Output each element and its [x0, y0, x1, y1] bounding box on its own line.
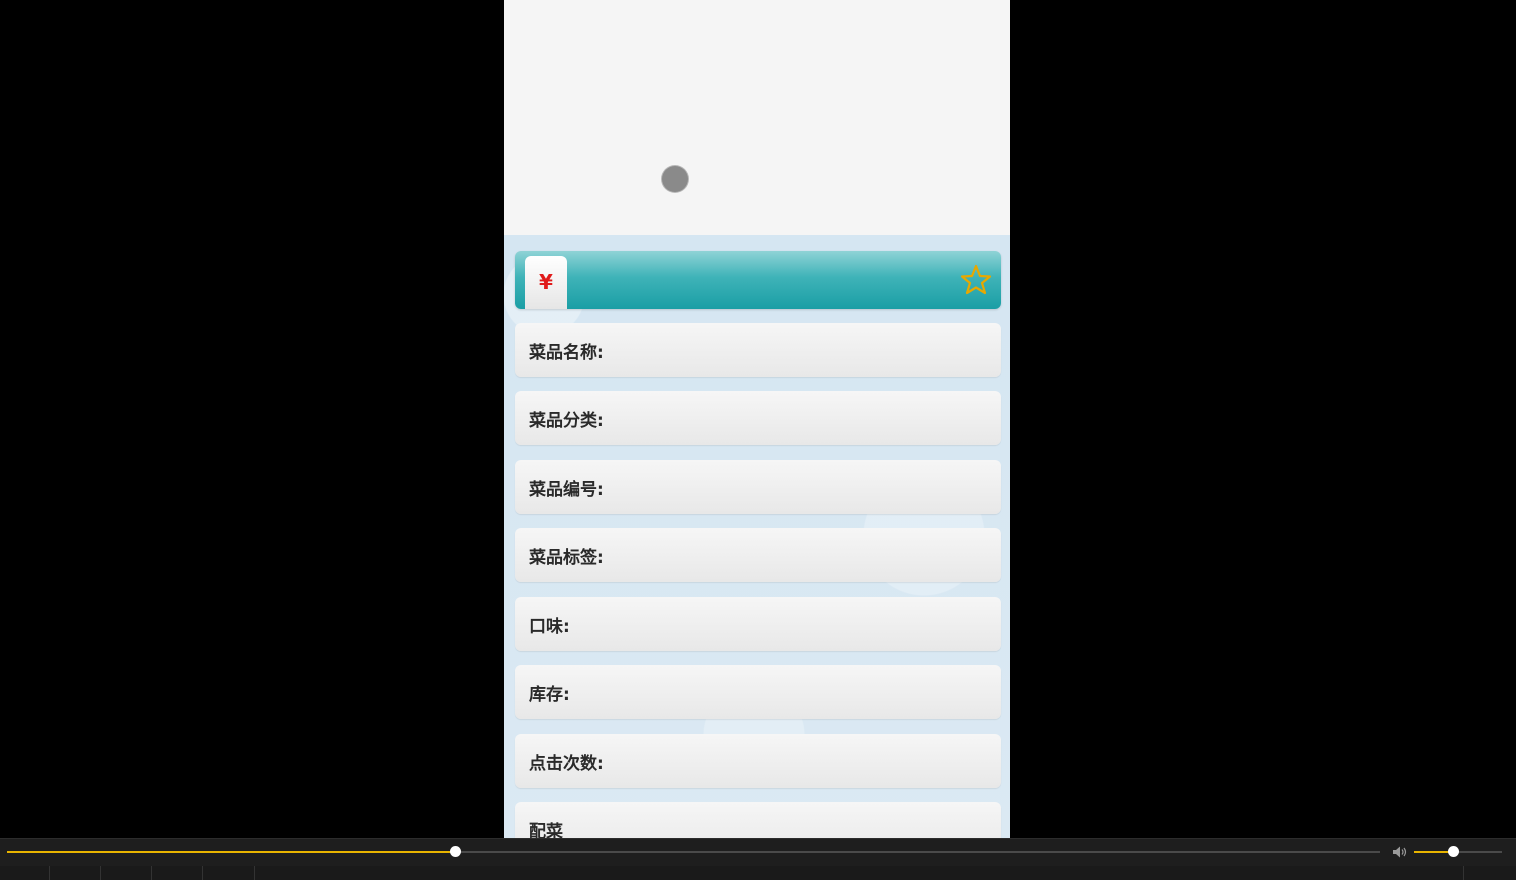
bottom-taskbar: [0, 866, 1516, 880]
field-dish-category: 菜品分类:: [515, 391, 1001, 445]
field-label: 菜品编号:: [529, 480, 604, 500]
yen-icon: ¥: [539, 269, 553, 294]
volume-thumb[interactable]: [1447, 846, 1459, 857]
taskbar-segment: [1464, 866, 1516, 880]
volume-slider[interactable]: [1414, 846, 1502, 857]
field-taste: 口味:: [515, 597, 1001, 651]
seek-bar[interactable]: [7, 846, 1380, 857]
seek-progress: [7, 851, 455, 853]
field-dish-tags: 菜品标签:: [515, 528, 1001, 582]
speaker-icon[interactable]: [1392, 845, 1408, 859]
taskbar-segment: [152, 866, 203, 880]
field-label: 配菜: [529, 822, 563, 838]
field-stock: 库存:: [515, 665, 1001, 719]
taskbar-segment: [255, 866, 1464, 880]
video-stage: ¥ 菜品名称: 菜品分类: 菜品编号: 菜品标签: 口味: 库存: 点击次数: …: [0, 0, 1516, 838]
taskbar-segment: [0, 866, 50, 880]
player-control-bar: [0, 838, 1516, 867]
price-bar: ¥: [515, 251, 1001, 309]
loading-indicator: [662, 166, 688, 192]
field-dish-name: 菜品名称:: [515, 323, 1001, 377]
field-label: 菜品分类:: [529, 411, 604, 431]
star-outline-icon[interactable]: [959, 263, 993, 297]
taskbar-segment: [50, 866, 101, 880]
volume-level: [1414, 851, 1453, 853]
field-side-dish: 配菜: [515, 802, 1001, 838]
taskbar-segment: [203, 866, 255, 880]
mobile-app-screen: ¥ 菜品名称: 菜品分类: 菜品编号: 菜品标签: 口味: 库存: 点击次数: …: [504, 0, 1010, 838]
price-tab: ¥: [525, 256, 567, 309]
field-label: 菜品标签:: [529, 548, 604, 568]
taskbar-segment: [101, 866, 152, 880]
field-label: 口味:: [529, 617, 570, 637]
seek-thumb[interactable]: [449, 846, 461, 857]
field-label: 库存:: [529, 685, 570, 705]
dish-image-area: [504, 0, 1010, 235]
field-dish-number: 菜品编号:: [515, 460, 1001, 514]
field-label: 菜品名称:: [529, 343, 604, 363]
field-click-count: 点击次数:: [515, 734, 1001, 788]
field-label: 点击次数:: [529, 754, 604, 774]
